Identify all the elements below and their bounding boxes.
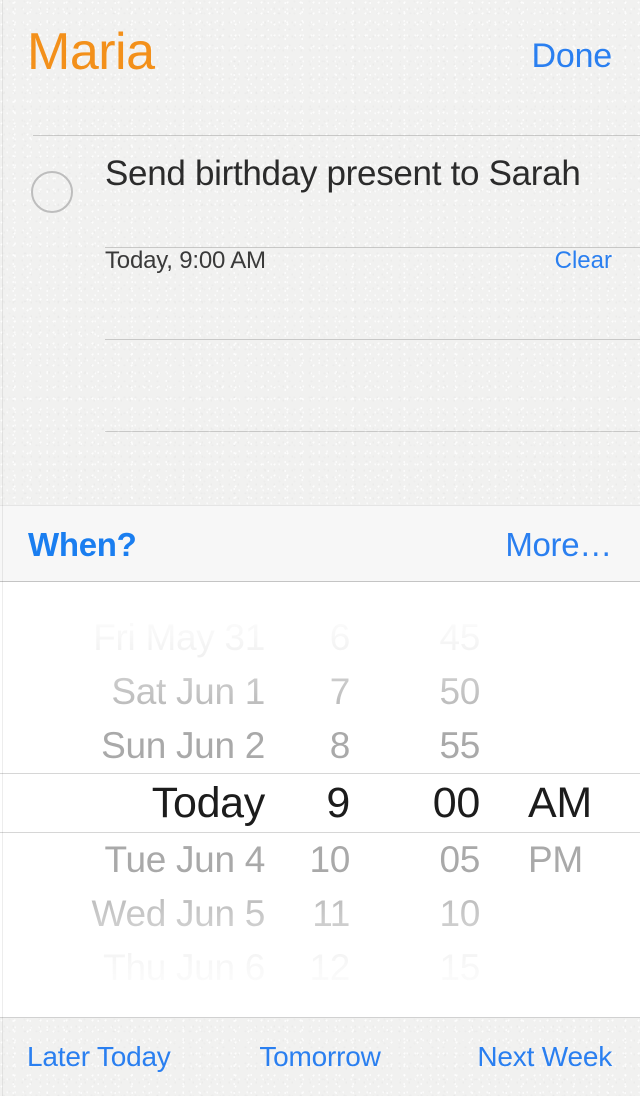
picker-minute-cell: 05 [439,839,480,880]
picker-date-cell: Sat Jun 1 [111,671,265,712]
picker-minute-cell: 20 [439,995,480,1018]
picker-row[interactable]: Thu Jun 6 12 15 [0,941,640,995]
picker-hour-cell: 9 [326,779,350,827]
picker-minute-cell: 15 [439,947,480,988]
picker-date-cell: Fri Jun 7 [124,995,266,1018]
picker-hour-cell: 7 [329,671,351,712]
picker-date-cell: Thu Jun 6 [103,947,265,988]
done-button[interactable]: Done [532,36,613,76]
picker-minute-cell: 10 [439,893,480,934]
note-rule-2 [105,339,640,340]
picker-row[interactable]: Fri Jun 7 1 20 [0,995,640,1018]
page-title: Maria [27,23,155,81]
picker-minute-cell: 00 [432,779,481,827]
quick-schedule-toolbar: Later Today Tomorrow Next Week [0,1018,640,1096]
picker-minute-cell: 40 [439,582,480,604]
picker-row-selected[interactable]: Today 9 00 AM [0,773,640,833]
picker-meridiem-cell: PM [528,839,583,880]
task-checkbox[interactable] [31,171,73,213]
picker-date-cell: Today [151,779,266,827]
picker-row[interactable]: Wed Jun 5 11 10 [0,887,640,941]
header-divider [33,135,640,136]
when-label[interactable]: When? [28,526,137,564]
picker-date-cell: Tue Jun 4 [104,839,266,880]
note-area: Maria Done Send birthday present to Sara… [0,0,640,505]
picker-row[interactable]: Thu May 30 5 40 [0,582,640,611]
task-title[interactable]: Send birthday present to Sarah [105,150,625,198]
picker-minute-cell: 45 [439,617,480,658]
picker-hour-cell: 8 [329,725,351,766]
picker-minute-cell: 55 [439,725,480,766]
clear-button[interactable]: Clear [555,246,612,276]
picker-row[interactable]: Tue Jun 4 10 05 PM [0,833,640,887]
picker-date-cell: Fri May 31 [93,617,265,658]
picker-bottom-divider [0,1017,640,1018]
more-button[interactable]: More… [505,526,612,564]
picker-hour-cell: 12 [309,947,350,988]
due-date-label: Today, 9:00 AM [105,247,266,274]
picker-hour-cell: 10 [309,839,350,880]
picker-date-cell: Wed Jun 5 [91,893,265,934]
header: Maria Done [0,0,640,130]
picker-row[interactable]: Sat Jun 1 7 50 [0,665,640,719]
picker-row[interactable]: Sun Jun 2 8 55 [0,719,640,773]
picker-minute-cell: 50 [439,671,480,712]
reminder-detail-screen: Maria Done Send birthday present to Sara… [0,0,640,1096]
picker-date-cell: Thu May 30 [72,582,266,604]
picker-hour-cell: 6 [329,617,351,658]
picker-row[interactable]: Fri May 31 6 45 [0,611,640,665]
next-week-button[interactable]: Next Week [477,1040,612,1074]
when-bar: When? More… [0,505,640,582]
picker-hour-cell: 5 [329,582,351,604]
note-rule-3 [105,431,640,432]
picker-meridiem-cell: AM [528,779,592,827]
picker-hour-cell: 1 [330,995,351,1018]
datetime-picker[interactable]: Thu May 30 5 40 Fri May 31 6 45 Sat Jun 1 7 50 Su… [0,582,640,1018]
picker-hour-cell: 11 [312,893,350,934]
picker-date-cell: Sun Jun 2 [101,725,265,766]
